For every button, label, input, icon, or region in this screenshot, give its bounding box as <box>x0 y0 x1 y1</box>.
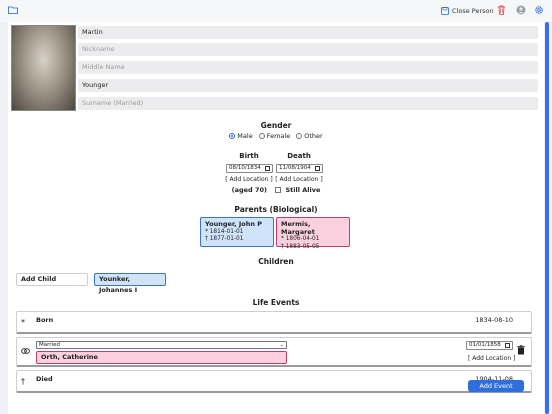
mother-died: † 1883-05-05 <box>281 243 320 250</box>
gender-other-option[interactable]: Other <box>296 132 323 140</box>
still-alive-label: Still Alive <box>285 186 321 194</box>
folder-icon[interactable] <box>8 6 18 14</box>
father-name: Younger, John P <box>205 220 263 228</box>
death-cross-icon: † <box>21 377 25 386</box>
top-toolbar: Close Person <box>0 0 552 22</box>
rings-icon <box>21 348 30 354</box>
add-child-button[interactable]: Add Child <box>16 273 88 286</box>
gender-male-option[interactable]: Male <box>229 132 253 140</box>
event-born-date: 1834-08-10 <box>475 316 513 324</box>
mother-card[interactable]: Mermis, Margaret * 1806-04-01 † 1883-05-… <box>276 217 350 250</box>
delete-marriage-icon[interactable] <box>517 345 525 355</box>
father-born: * 1814-01-01 <box>205 228 244 235</box>
event-born[interactable]: * Born 1834-08-10 <box>16 311 532 334</box>
death-label: Death <box>287 152 311 160</box>
father-card[interactable]: Younger, John P * 1814-01-01 † 1877-01-0… <box>200 217 274 247</box>
age-row: (aged 70) Still Alive <box>8 186 544 194</box>
relationship-type-select[interactable]: Married ⌄ <box>36 341 287 349</box>
close-person-button[interactable]: Close Person <box>441 5 494 17</box>
add-event-button[interactable]: Add Event <box>468 380 524 392</box>
event-marriage[interactable]: Married ⌄ Orth, Catherine 01/01/1858 [ Ad… <box>16 337 532 367</box>
birth-date-input[interactable]: 08/10/1834 <box>226 164 273 173</box>
age-text: (aged 70) <box>231 186 267 194</box>
still-alive-checkbox[interactable] <box>275 187 282 193</box>
save-icon <box>441 7 449 15</box>
chevron-down-icon: ⌄ <box>279 342 284 348</box>
scrollbar[interactable] <box>545 22 549 414</box>
death-add-location-link[interactable]: [ Add Location ] <box>269 176 329 183</box>
nickname-field[interactable]: Nickname <box>78 43 538 56</box>
mother-name: Mermis, Margaret <box>281 220 315 236</box>
middle-name-field[interactable]: Middle Name <box>78 61 538 74</box>
father-died: † 1877-01-01 <box>205 236 244 242</box>
event-died[interactable]: † Died 1904-11-08 <box>16 370 532 393</box>
first-name-field[interactable]: Martin <box>78 26 538 39</box>
gender-title: Gender <box>260 121 292 130</box>
radio-female[interactable] <box>258 133 265 139</box>
calendar-icon <box>265 166 270 171</box>
person-editor: Martin Nickname Middle Name Younger Surn… <box>8 22 544 414</box>
spouse-card[interactable]: Orth, Catherine <box>36 351 287 364</box>
gender-female-option[interactable]: Female <box>258 132 290 140</box>
marriage-add-location-link[interactable]: [ Add Location ] <box>468 355 515 362</box>
radio-male[interactable] <box>229 133 236 139</box>
life-events-title: Life Events <box>252 298 300 307</box>
mother-born: * 1806-04-01 <box>281 236 320 242</box>
birth-star-icon: * <box>21 318 25 327</box>
event-born-label: Born <box>36 316 54 324</box>
event-died-label: Died <box>36 375 53 383</box>
marriage-date-input[interactable]: 01/01/1858 <box>466 341 513 350</box>
last-name-field[interactable]: Younger <box>78 79 538 92</box>
surname-married-field[interactable]: Surname (Married) <box>78 97 538 110</box>
calendar-icon <box>505 343 510 348</box>
gear-icon[interactable] <box>534 5 544 15</box>
avatar-icon[interactable] <box>516 5 526 15</box>
person-photo[interactable] <box>11 25 76 111</box>
parents-title: Parents (Biological) <box>234 205 318 214</box>
child-card[interactable]: Younker, Johannes I <box>94 273 166 294</box>
gender-radio-group: Male Female Other <box>8 132 544 140</box>
radio-other[interactable] <box>296 133 303 139</box>
children-title: Children <box>258 257 294 266</box>
close-person-label: Close Person <box>452 7 494 15</box>
death-date-input[interactable]: 11/08/1904 <box>276 164 323 173</box>
calendar-icon <box>315 166 320 171</box>
trash-icon[interactable] <box>497 5 506 15</box>
